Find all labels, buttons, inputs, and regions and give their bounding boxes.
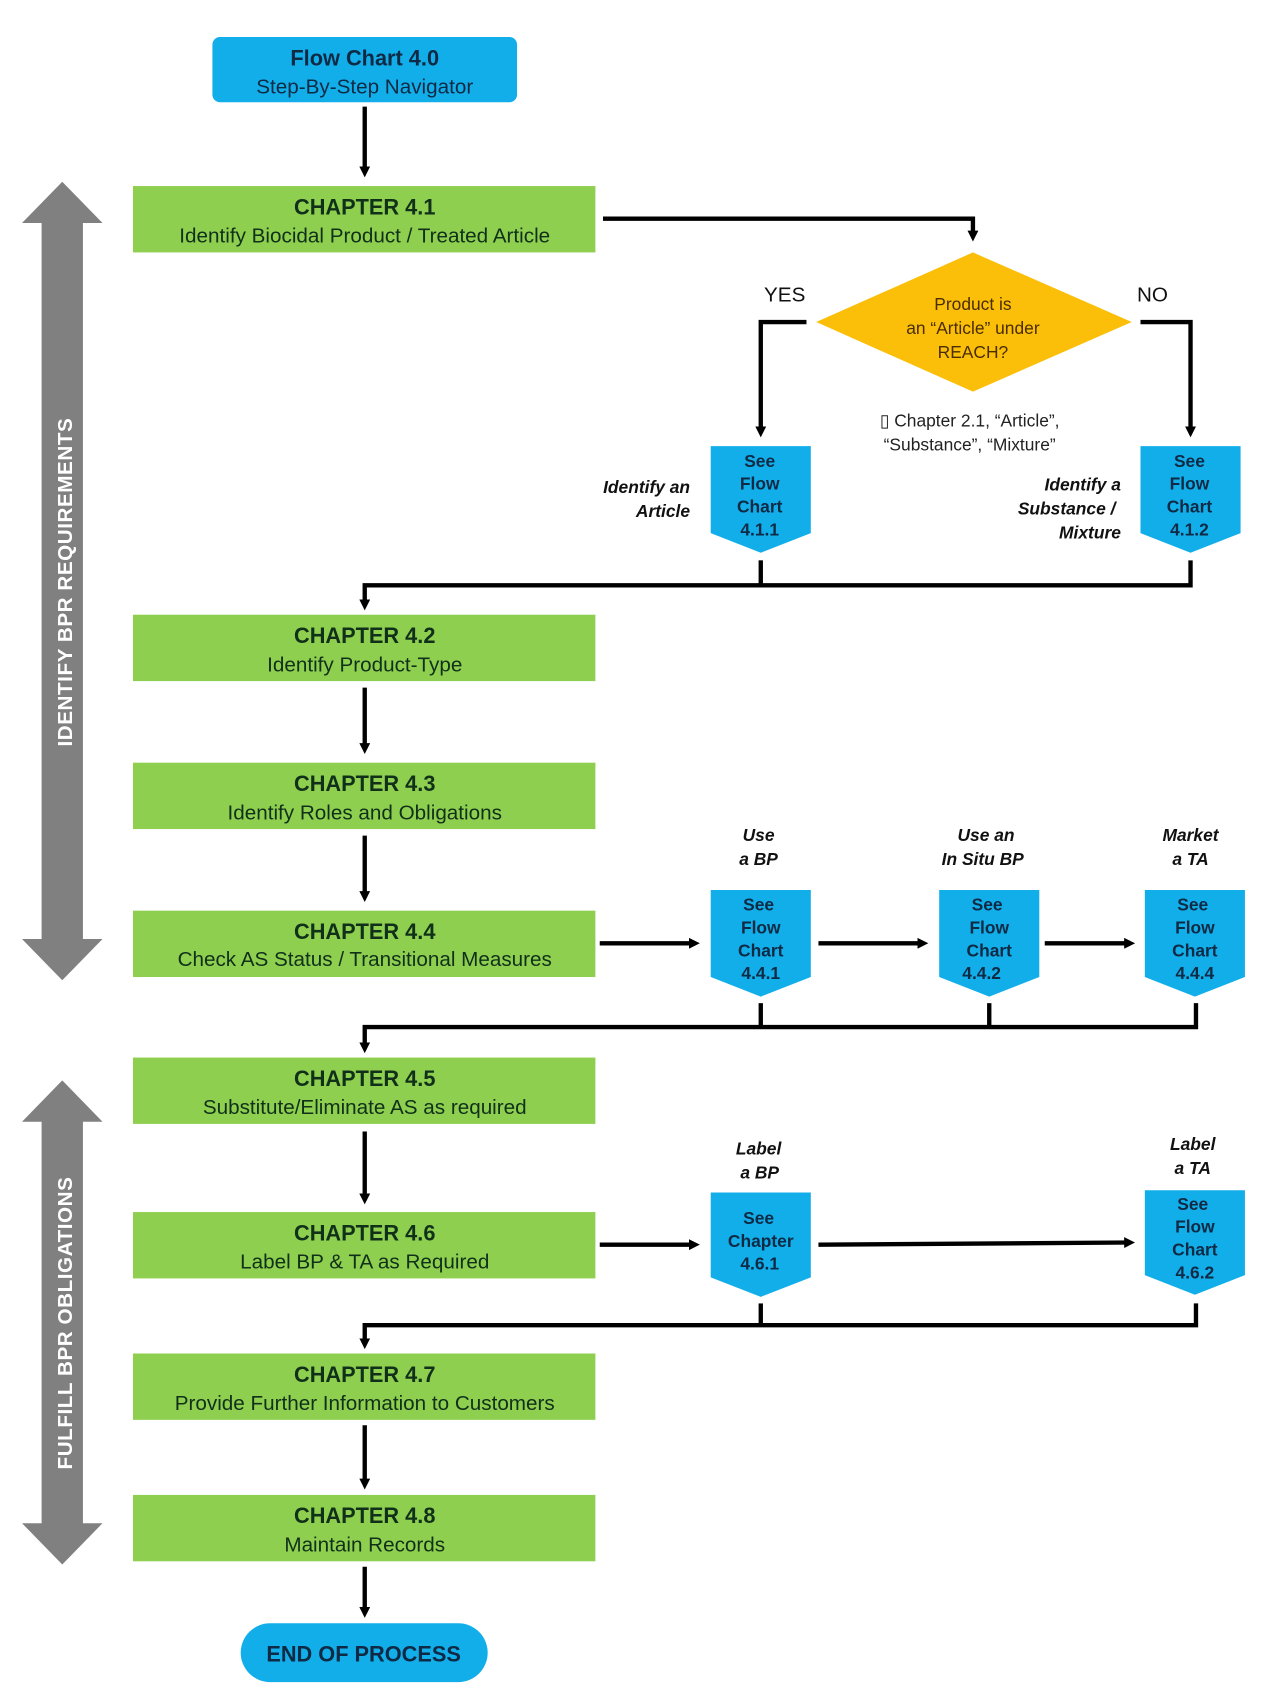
chapter-4-6[interactable]: CHAPTER 4.6 Label BP & TA as Required bbox=[132, 1212, 596, 1279]
connector-text: Flow bbox=[1170, 474, 1210, 494]
chapter-4-2[interactable]: CHAPTER 4.2 Identify Product-Type bbox=[132, 614, 596, 682]
chapter-4-7[interactable]: CHAPTER 4.7 Provide Further Information … bbox=[132, 1353, 596, 1420]
side-label-fulfill: FULFILL BPR OBLIGATIONS bbox=[54, 1177, 77, 1470]
chapter-4-4[interactable]: CHAPTER 4.4 Check AS Status / Transition… bbox=[132, 910, 596, 978]
yes-label: YES bbox=[764, 283, 805, 306]
connector-text: 4.4.2 bbox=[962, 963, 1001, 983]
connector-text: See bbox=[972, 895, 1003, 915]
chapter-subtitle: Label BP & TA as Required bbox=[240, 1251, 489, 1274]
connector-text: See bbox=[744, 451, 775, 471]
start-subtitle: Step-By-Step Navigator bbox=[256, 76, 473, 99]
chapter-title: CHAPTER 4.2 bbox=[294, 623, 435, 648]
end-of-process[interactable]: END OF PROCESS bbox=[240, 1623, 488, 1683]
connector-text: Chapter bbox=[728, 1231, 794, 1251]
side-arrow-fulfill: FULFILL BPR OBLIGATIONS bbox=[22, 1080, 103, 1565]
connector-note: Substance / bbox=[1018, 499, 1118, 519]
chapter-subtitle: Check AS Status / Transitional Measures bbox=[178, 948, 552, 971]
connector-text: Flow bbox=[969, 918, 1009, 938]
chapter-subtitle: Provide Further Information to Customers bbox=[175, 1392, 555, 1415]
chapter-4-3[interactable]: CHAPTER 4.3 Identify Roles and Obligatio… bbox=[132, 762, 596, 830]
connector-note: a BP bbox=[740, 1162, 779, 1182]
connector-note: Article bbox=[635, 501, 690, 521]
connector-4-1-2[interactable]: See Flow Chart 4.1.2 bbox=[1140, 446, 1241, 553]
merge-arrow-to-4-2 bbox=[359, 560, 1193, 611]
chapter-title: CHAPTER 4.1 bbox=[294, 194, 435, 219]
chapter-title: CHAPTER 4.8 bbox=[294, 1503, 435, 1528]
chapter-4-8[interactable]: CHAPTER 4.8 Maintain Records bbox=[132, 1494, 596, 1562]
connector-text: Chart bbox=[1172, 1240, 1218, 1260]
connector-4-1-1[interactable]: See Flow Chart 4.1.1 bbox=[710, 446, 811, 553]
chapter-subtitle: Substitute/Eliminate AS as required bbox=[203, 1096, 527, 1119]
connector-text: Flow bbox=[741, 918, 781, 938]
arrow-no bbox=[1140, 319, 1196, 438]
connector-text: Chart bbox=[1172, 940, 1218, 960]
side-arrow-identify: IDENTIFY BPR REQUIREMENTS bbox=[22, 181, 103, 981]
reference-note: ▯ Chapter 2.1, “Article”, bbox=[880, 411, 1060, 431]
arrow-4-6-1-to-4-6-2 bbox=[818, 1237, 1136, 1248]
connector-text: See bbox=[743, 895, 774, 915]
connector-text: See bbox=[1177, 895, 1208, 915]
connector-note: Label bbox=[736, 1138, 783, 1158]
chapter-title: CHAPTER 4.3 bbox=[294, 771, 435, 796]
connector-text: 4.1.2 bbox=[1170, 519, 1209, 539]
connector-text: 4.1.1 bbox=[740, 519, 779, 539]
chapter-subtitle: Identify Roles and Obligations bbox=[228, 801, 502, 824]
connector-4-4-1[interactable]: See Flow Chart 4.4.1 bbox=[710, 889, 811, 997]
decision-text: an “Article” under bbox=[906, 318, 1040, 338]
decision-diamond[interactable]: Product is an “Article” under REACH? bbox=[816, 252, 1132, 392]
connector-note: Label bbox=[1170, 1134, 1217, 1154]
connector-note: Identify an bbox=[603, 477, 690, 497]
reference-note: “Substance”, “Mixture” bbox=[884, 434, 1056, 454]
connector-text: Flow bbox=[1175, 1217, 1215, 1237]
connector-text: Chart bbox=[738, 940, 784, 960]
chapter-subtitle: Identify Product-Type bbox=[267, 653, 462, 676]
chapter-subtitle: Identify Biocidal Product / Treated Arti… bbox=[179, 225, 550, 248]
side-label-identify: IDENTIFY BPR REQUIREMENTS bbox=[54, 418, 77, 747]
connector-note: a TA bbox=[1175, 1158, 1211, 1178]
connector-text: See bbox=[743, 1208, 774, 1228]
merge-arrow-to-4-7 bbox=[359, 1303, 1199, 1350]
connector-text: 4.4.1 bbox=[741, 963, 780, 983]
connector-4-4-4[interactable]: See Flow Chart 4.4.4 bbox=[1144, 889, 1245, 997]
arrow-yes bbox=[755, 319, 807, 438]
connector-4-6-1[interactable]: See Chapter 4.6.1 bbox=[710, 1192, 811, 1297]
connector-note: Use bbox=[743, 825, 775, 845]
chapter-title: CHAPTER 4.6 bbox=[294, 1220, 435, 1245]
start-title: Flow Chart 4.0 bbox=[290, 45, 439, 70]
connector-text: 4.4.4 bbox=[1176, 963, 1215, 983]
decision-text: Product is bbox=[934, 294, 1012, 314]
connector-text: Flow bbox=[740, 474, 780, 494]
connector-note: Market bbox=[1163, 825, 1220, 845]
connector-note: a TA bbox=[1172, 849, 1208, 869]
arrow-4-1-to-decision bbox=[603, 216, 979, 242]
chapter-subtitle: Maintain Records bbox=[284, 1534, 445, 1557]
connector-text: 4.6.1 bbox=[740, 1254, 779, 1274]
chapter-title: CHAPTER 4.4 bbox=[294, 919, 435, 944]
connector-note: a BP bbox=[739, 849, 778, 869]
chapter-title: CHAPTER 4.5 bbox=[294, 1066, 435, 1091]
connector-text: Chart bbox=[737, 496, 783, 516]
connector-note: In Situ BP bbox=[942, 849, 1025, 869]
connector-text: Flow bbox=[1175, 918, 1215, 938]
merge-arrow-to-4-5 bbox=[359, 1003, 1199, 1054]
flowchart: IDENTIFY BPR REQUIREMENTS FULFILL BPR OB… bbox=[22, 36, 1245, 1683]
no-label: NO bbox=[1137, 283, 1168, 306]
connector-4-4-2[interactable]: See Flow Chart 4.4.2 bbox=[939, 889, 1040, 997]
connector-text: See bbox=[1177, 1194, 1208, 1214]
connector-note: Use an bbox=[957, 825, 1014, 845]
connector-note: Mixture bbox=[1059, 523, 1121, 543]
decision-text: REACH? bbox=[938, 342, 1009, 362]
chapter-4-1[interactable]: CHAPTER 4.1 Identify Biocidal Product / … bbox=[132, 186, 596, 253]
connector-text: Chart bbox=[967, 940, 1013, 960]
connector-text: See bbox=[1174, 451, 1205, 471]
chapter-4-5[interactable]: CHAPTER 4.5 Substitute/Eliminate AS as r… bbox=[132, 1057, 596, 1124]
end-label: END OF PROCESS bbox=[266, 1641, 461, 1666]
connector-text: Chart bbox=[1167, 496, 1213, 516]
connector-4-6-2[interactable]: See Flow Chart 4.6.2 bbox=[1144, 1190, 1245, 1295]
connector-note: Identify a bbox=[1045, 475, 1122, 495]
connector-text: 4.6.2 bbox=[1176, 1262, 1215, 1282]
start-box[interactable]: Flow Chart 4.0 Step-By-Step Navigator bbox=[212, 36, 518, 103]
chapter-title: CHAPTER 4.7 bbox=[294, 1362, 435, 1387]
